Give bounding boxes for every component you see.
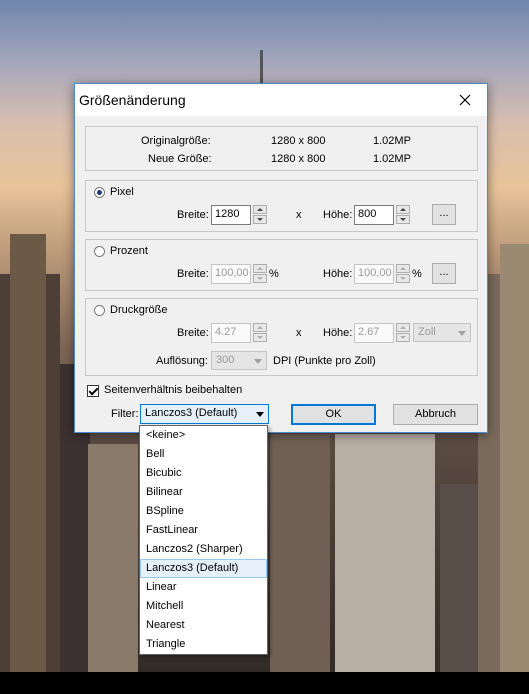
pixel-x-label: x: [296, 209, 302, 221]
filter-label: Filter:: [111, 408, 139, 420]
pixel-group: Pixel Breite: 1280 x Höhe: 800 ...: [85, 180, 478, 232]
chevron-down-icon: [254, 359, 262, 364]
pixel-radio[interactable]: [94, 187, 105, 198]
new-size-dims: 1280 x 800: [271, 153, 326, 165]
cancel-button[interactable]: Abbruch: [393, 404, 478, 425]
filter-select[interactable]: Lanczos3 (Default): [140, 404, 269, 424]
percent-radio[interactable]: [94, 246, 105, 257]
bottom-bar: [0, 672, 529, 694]
resize-dialog: Größenänderung Originalgröße: 1280 x 800…: [74, 83, 488, 433]
pixel-width-input[interactable]: 1280: [211, 205, 251, 225]
percent-height-label: Höhe:: [323, 268, 353, 280]
print-width-input[interactable]: 4.27: [211, 323, 251, 343]
resolution-select[interactable]: 300: [211, 351, 267, 370]
chevron-down-icon: [256, 412, 264, 417]
percent-group: Prozent Breite: 100,00 % Höhe: 100,00 % …: [85, 239, 478, 291]
original-size-dims: 1280 x 800: [271, 135, 326, 147]
filter-option[interactable]: FastLinear: [140, 521, 267, 540]
print-height-input[interactable]: 2.67: [354, 323, 394, 343]
pixel-height-input[interactable]: 800: [354, 205, 394, 225]
print-size-radio[interactable]: [94, 305, 105, 316]
percent-width-input[interactable]: 100,00: [211, 264, 251, 284]
filter-option[interactable]: Bicubic: [140, 464, 267, 483]
title-bar: Größenänderung: [75, 84, 487, 116]
pixel-width-spinner[interactable]: [253, 205, 267, 225]
keep-ratio-label: Seitenverhältnis beibehalten: [104, 384, 243, 396]
print-height-label: Höhe:: [323, 327, 353, 339]
close-button[interactable]: [443, 84, 487, 116]
close-icon: [459, 94, 471, 106]
filter-option[interactable]: Linear: [140, 578, 267, 597]
percent-width-unit: %: [269, 268, 279, 280]
filter-option[interactable]: Mitchell: [140, 597, 267, 616]
filter-select-value: Lanczos3 (Default): [145, 407, 238, 419]
filter-option[interactable]: Lanczos2 (Sharper): [140, 540, 267, 559]
original-size-label: Originalgröße:: [141, 135, 211, 147]
percent-label: Prozent: [110, 245, 148, 257]
new-size-label: Neue Größe:: [148, 153, 212, 165]
resolution-unit: DPI (Punkte pro Zoll): [273, 355, 376, 367]
new-size-mp: 1.02MP: [373, 153, 411, 165]
print-unit-value: Zoll: [418, 326, 436, 338]
original-size-mp: 1.02MP: [373, 135, 411, 147]
pixel-label: Pixel: [110, 186, 134, 198]
keep-ratio-checkbox[interactable]: [87, 385, 99, 397]
resolution-value: 300: [216, 354, 235, 366]
size-info-group: Originalgröße: 1280 x 800 1.02MP Neue Gr…: [85, 126, 478, 171]
filter-option[interactable]: BSpline: [140, 502, 267, 521]
percent-width-label: Breite:: [177, 268, 209, 280]
print-height-spinner[interactable]: [396, 323, 410, 343]
filter-option[interactable]: Triangle: [140, 635, 267, 654]
percent-height-unit: %: [412, 268, 422, 280]
pixel-height-label: Höhe:: [323, 209, 353, 221]
print-size-group: Druckgröße Breite: 4.27 x Höhe: 2.67 Zol…: [85, 298, 478, 376]
resolution-label: Auflösung:: [156, 355, 208, 367]
filter-option[interactable]: <keine>: [140, 426, 267, 445]
filter-option[interactable]: Lanczos3 (Default): [140, 559, 267, 578]
filter-option[interactable]: Bell: [140, 445, 267, 464]
filter-option[interactable]: Nearest: [140, 616, 267, 635]
filter-option[interactable]: Bilinear: [140, 483, 267, 502]
print-width-label: Breite:: [177, 327, 209, 339]
print-x-label: x: [296, 327, 302, 339]
percent-more-button[interactable]: ...: [432, 263, 456, 284]
filter-dropdown-list: <keine> Bell Bicubic Bilinear BSpline FastLin…: [139, 425, 268, 655]
print-width-spinner[interactable]: [253, 323, 267, 343]
chevron-down-icon: [458, 331, 466, 336]
pixel-width-label: Breite:: [177, 209, 209, 221]
pixel-more-button[interactable]: ...: [432, 204, 456, 225]
dialog-title: Größenänderung: [79, 92, 186, 108]
percent-height-input[interactable]: 100,00: [354, 264, 394, 284]
ok-button[interactable]: OK: [291, 404, 376, 425]
percent-width-spinner[interactable]: [253, 264, 267, 284]
pixel-height-spinner[interactable]: [396, 205, 410, 225]
percent-height-spinner[interactable]: [396, 264, 410, 284]
print-unit-select[interactable]: Zoll: [413, 323, 471, 342]
print-size-label: Druckgröße: [110, 304, 168, 316]
